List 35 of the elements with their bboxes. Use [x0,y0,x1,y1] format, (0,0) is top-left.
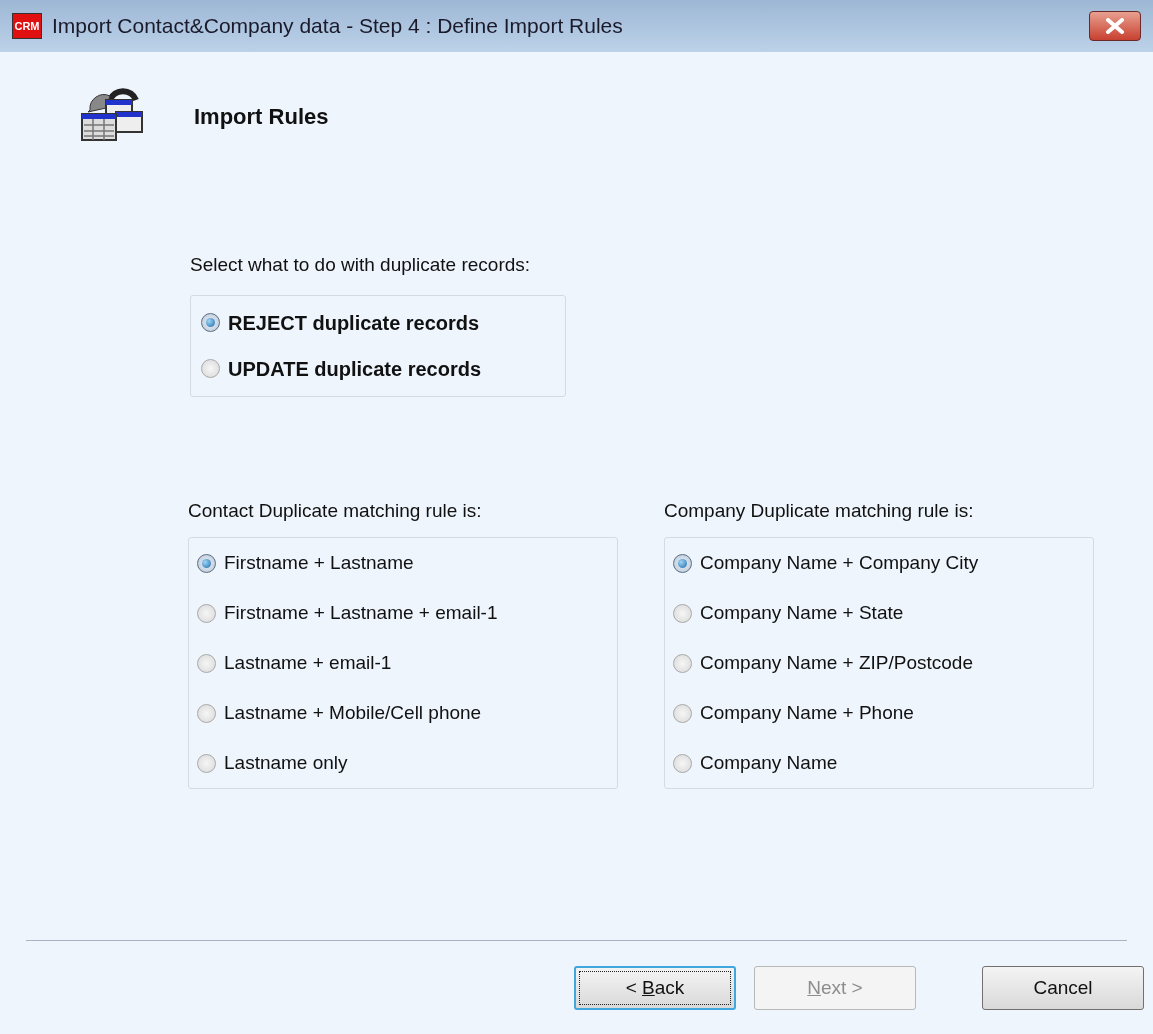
radio-button[interactable] [673,553,692,573]
radio-label: Lastname + Mobile/Cell phone [224,700,482,725]
radio-button[interactable] [201,359,220,378]
radio-label: Lastname + email-1 [224,650,392,675]
group-prompt: Contact Duplicate matching rule is: [188,498,483,523]
radio-label: UPDATE duplicate records [228,356,482,382]
wizard-button[interactable]: < Back [574,966,736,1010]
radio-label: Company Name + Company City [700,550,979,575]
radio-button[interactable] [197,703,216,723]
radio-label: Company Name + ZIP/Postcode [700,650,973,675]
radio-button[interactable] [673,653,692,673]
radio-button[interactable] [197,753,216,773]
import-tables-icon [80,88,146,144]
radio-label: Company Name + Phone [700,700,914,725]
radio-button[interactable] [197,653,216,673]
app-logo: CRM [12,13,42,39]
radio-label: Firstname + Lastname [224,550,414,575]
radio-label: Company Name [700,750,838,775]
radio-button[interactable] [197,603,216,623]
radio-button[interactable] [673,753,692,773]
radio-label: Lastname only [224,750,348,775]
radio-label: Company Name + State [700,600,904,625]
close-button[interactable] [1089,11,1141,41]
window-title: Import Contact&Company data - Step 4 : Define Import Rules [52,13,623,40]
wizard-button[interactable]: Cancel [982,966,1144,1010]
radio-button[interactable] [201,313,220,332]
radio-button[interactable] [673,603,692,623]
radio-label: REJECT duplicate records [228,310,480,336]
radio-button[interactable] [197,553,216,573]
radio-label: Firstname + Lastname + email-1 [224,600,498,625]
close-icon [1105,18,1125,34]
group-prompt: Select what to do with duplicate records: [190,253,532,277]
group-prompt: Company Duplicate matching rule is: [664,498,975,523]
radio-button[interactable] [673,703,692,723]
section-title: Import Rules [194,102,329,131]
